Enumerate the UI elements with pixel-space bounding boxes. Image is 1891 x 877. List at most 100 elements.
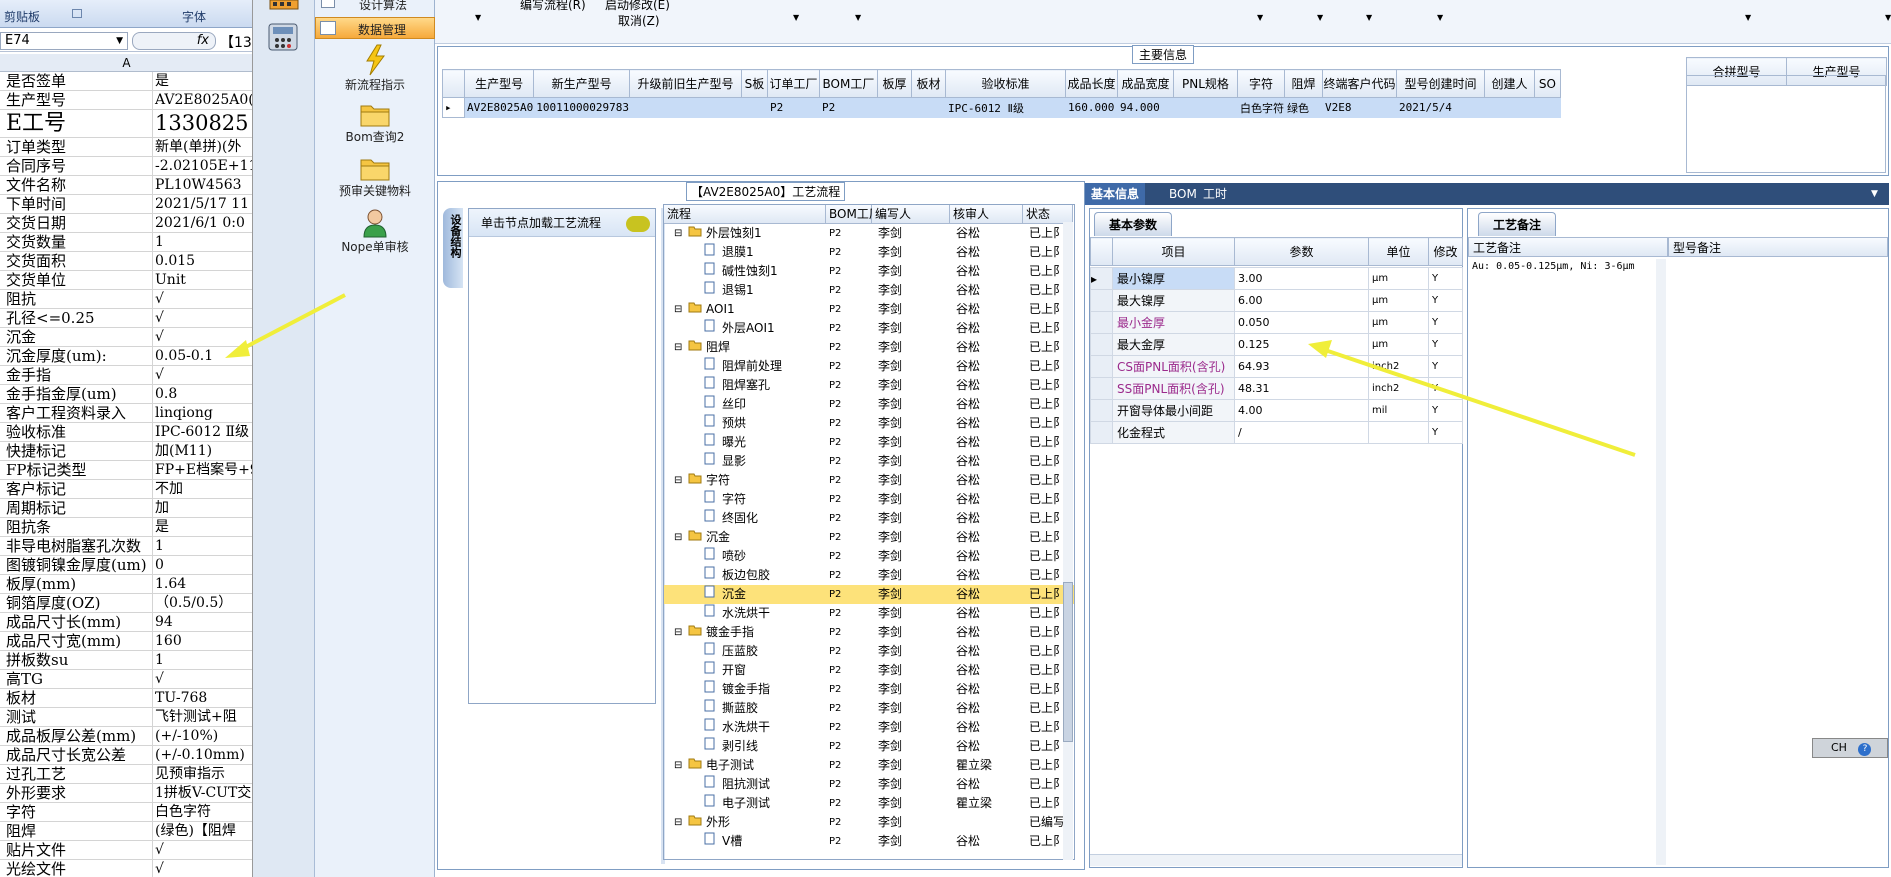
cell-value[interactable]: linqiong xyxy=(155,404,213,422)
tree-row[interactable]: 预烘 P2 李剑 谷松 已上阝 xyxy=(664,414,1074,433)
merge-model-body[interactable] xyxy=(1686,75,1886,173)
help-icon[interactable]: ? xyxy=(1858,743,1872,756)
row-selector[interactable] xyxy=(1090,311,1113,334)
param-row[interactable]: 最小金厚 0.050 μm Y xyxy=(1090,311,1463,334)
process-step-name[interactable]: 丝印 xyxy=(722,395,746,414)
cell-label[interactable]: 非导电树脂塞孔次数 xyxy=(6,537,141,555)
sheet-row[interactable]: 文件名称 PL10W4563 xyxy=(0,176,252,195)
menu-item-data-management[interactable]: 数据管理 xyxy=(315,17,435,39)
cell-label[interactable]: 成品尺寸长(mm) xyxy=(6,613,121,631)
sheet-row[interactable]: 非导电树脂塞孔次数 1 xyxy=(0,537,252,556)
fx-button[interactable]: fx xyxy=(132,32,216,50)
cell-value[interactable]: √ xyxy=(155,670,164,688)
row-selector[interactable] xyxy=(1090,333,1113,356)
column-header-a[interactable]: A xyxy=(0,54,252,72)
main-info-cell[interactable]: 绿色 xyxy=(1283,97,1323,118)
process-step-name[interactable]: 开窗 xyxy=(722,661,746,680)
param-value[interactable]: 48.31 xyxy=(1234,377,1369,400)
sheet-row[interactable]: 板材 TU-768 xyxy=(0,689,252,708)
process-step-name[interactable]: 水洗烘干 xyxy=(722,604,770,623)
process-step-name[interactable]: 外层AOI1 xyxy=(722,319,775,338)
cell-value[interactable]: 见预审指示 xyxy=(155,765,225,783)
cell-value[interactable]: TU-768 xyxy=(155,689,207,707)
column-header[interactable]: 验收标准 xyxy=(944,69,1066,98)
column-header[interactable]: S板 xyxy=(740,69,768,98)
tree-row[interactable]: ⊟ AOI1 P2 李剑 谷松 已上阝 xyxy=(664,300,1074,319)
process-step-name[interactable]: 镀金手指 xyxy=(722,680,770,699)
process-step-name[interactable]: 退锡1 xyxy=(722,281,754,300)
cell-value[interactable]: IPC-6012 Ⅱ级 xyxy=(155,423,249,441)
cell-label[interactable]: 客户工程资料录入 xyxy=(6,404,126,422)
main-info-cell[interactable] xyxy=(1533,97,1561,118)
process-step-name[interactable]: 水洗烘干 xyxy=(722,718,770,737)
node-list[interactable]: 单击节点加载工艺流程 xyxy=(468,208,656,704)
cell-label[interactable]: 下单时间 xyxy=(6,195,66,213)
tree-row[interactable]: 碱性蚀刻1 P2 李剑 谷松 已上阝 xyxy=(664,262,1074,281)
tree-row[interactable]: 终固化 P2 李剑 谷松 已上阝 xyxy=(664,509,1074,528)
chevron-down-icon[interactable]: ▼ xyxy=(1885,13,1891,22)
tree-row[interactable]: 阻焊前处理 P2 李剑 谷松 已上阝 xyxy=(664,357,1074,376)
main-info-cell[interactable]: V2E8 xyxy=(1321,97,1397,118)
sheet-row[interactable]: 孔径<=0.25 √ xyxy=(0,309,252,328)
cell-value[interactable]: 1 xyxy=(155,233,164,251)
row-selector[interactable]: ▸ xyxy=(1090,267,1113,290)
cell-value[interactable]: 是 xyxy=(155,518,169,536)
cell-label[interactable]: 拼板数su xyxy=(6,651,68,669)
tree-row[interactable]: 外层AOI1 P2 李剑 谷松 已上阝 xyxy=(664,319,1074,338)
expander-icon[interactable]: ⊟ xyxy=(674,813,682,832)
column-header[interactable]: 成品宽度 xyxy=(1116,69,1174,98)
sheet-row[interactable]: 测试 飞针测试+阻 xyxy=(0,708,252,727)
new-process-button[interactable]: 新流程指示 xyxy=(315,44,435,93)
tree-row[interactable]: 剥引线 P2 李剑 谷松 已上阝 xyxy=(664,737,1074,756)
process-step-name[interactable]: 退膜1 xyxy=(722,243,754,262)
param-row[interactable]: 开窗导体最小间距 4.00 mil Y xyxy=(1090,399,1463,422)
tree-row[interactable]: 退锡1 P2 李剑 谷松 已上阝 xyxy=(664,281,1074,300)
cell-label[interactable]: 沉金 xyxy=(6,328,36,346)
cell-value[interactable]: √ xyxy=(155,860,164,877)
column-header[interactable]: BOM工厂 xyxy=(826,205,881,224)
cell-value[interactable]: 160 xyxy=(155,632,182,650)
tree-row[interactable]: 撕蓝胶 P2 李剑 谷松 已上阝 xyxy=(664,699,1074,718)
main-info-cell[interactable]: IPC-6012 Ⅱ级 xyxy=(944,97,1066,118)
column-header[interactable]: 板厚 xyxy=(876,69,912,98)
cell-value[interactable]: √ xyxy=(155,328,164,346)
column-header[interactable]: PNL规格 xyxy=(1172,69,1238,98)
cell-label[interactable]: 高TG xyxy=(6,670,43,688)
sheet-row[interactable]: 合同序号 -2.02105E+11 xyxy=(0,157,252,176)
cell-label[interactable]: 交货单位 xyxy=(6,271,66,289)
row-selector[interactable] xyxy=(1090,399,1113,422)
cell-value[interactable]: 0.05-0.1 xyxy=(155,347,213,365)
sheet-row[interactable]: 过孔工艺 见预审指示 xyxy=(0,765,252,784)
row-selector[interactable] xyxy=(1090,289,1113,312)
cell-label[interactable]: 交货日期 xyxy=(6,214,66,232)
cell-value[interactable]: 1 xyxy=(155,651,164,669)
cell-label[interactable]: 周期标记 xyxy=(6,499,66,517)
main-info-cell[interactable] xyxy=(1172,97,1238,118)
sheet-row[interactable]: 金手指 √ xyxy=(0,366,252,385)
horizontal-scrollbar[interactable] xyxy=(1090,854,1462,866)
tree-row[interactable]: 板边包胶 P2 李剑 谷松 已上阝 xyxy=(664,566,1074,585)
cell-label[interactable]: 板材 xyxy=(6,689,36,707)
cell-label[interactable]: 生产型号 xyxy=(6,91,66,109)
write-process-button[interactable]: 编写流程(R) xyxy=(520,0,586,13)
param-row[interactable]: 最大金厚 0.125 μm Y xyxy=(1090,333,1463,356)
cell-label[interactable]: 外形要求 xyxy=(6,784,66,802)
tree-row[interactable]: 字符 P2 李剑 谷松 已上阝 xyxy=(664,490,1074,509)
tree-row[interactable]: ⊟ 字符 P2 李剑 谷松 已上阝 xyxy=(664,471,1074,490)
column-header[interactable]: 型号创建时间 xyxy=(1395,69,1485,98)
formula-value[interactable]: 【133 xyxy=(220,32,252,52)
tree-row[interactable]: ⊟ 阻焊 P2 李剑 谷松 已上阝 xyxy=(664,338,1074,357)
cell-value[interactable]: √ xyxy=(155,841,164,859)
tree-row[interactable]: 丝印 P2 李剑 谷松 已上阝 xyxy=(664,395,1074,414)
name-box[interactable]: E74 ▼ xyxy=(0,32,128,50)
cell-label[interactable]: 图镀铜镍金厚度(um) xyxy=(6,556,147,574)
sheet-row[interactable]: 图镀铜镍金厚度(um) 0 xyxy=(0,556,252,575)
column-header[interactable]: 单位 xyxy=(1368,237,1429,266)
tree-row[interactable]: 阻抗测试 P2 李剑 谷松 已上阝 xyxy=(664,775,1074,794)
cell-value[interactable]: 新单(单拼)(外 xyxy=(155,138,241,156)
equipment-structure-tab[interactable]: 设备结构 xyxy=(443,208,463,288)
main-info-cell[interactable]: 白色字符 xyxy=(1236,97,1285,118)
sheet-row[interactable]: 周期标记 加 xyxy=(0,499,252,518)
main-info-cell[interactable]: AV2E8025A0 xyxy=(463,97,535,118)
process-step-name[interactable]: 剥引线 xyxy=(722,737,758,756)
